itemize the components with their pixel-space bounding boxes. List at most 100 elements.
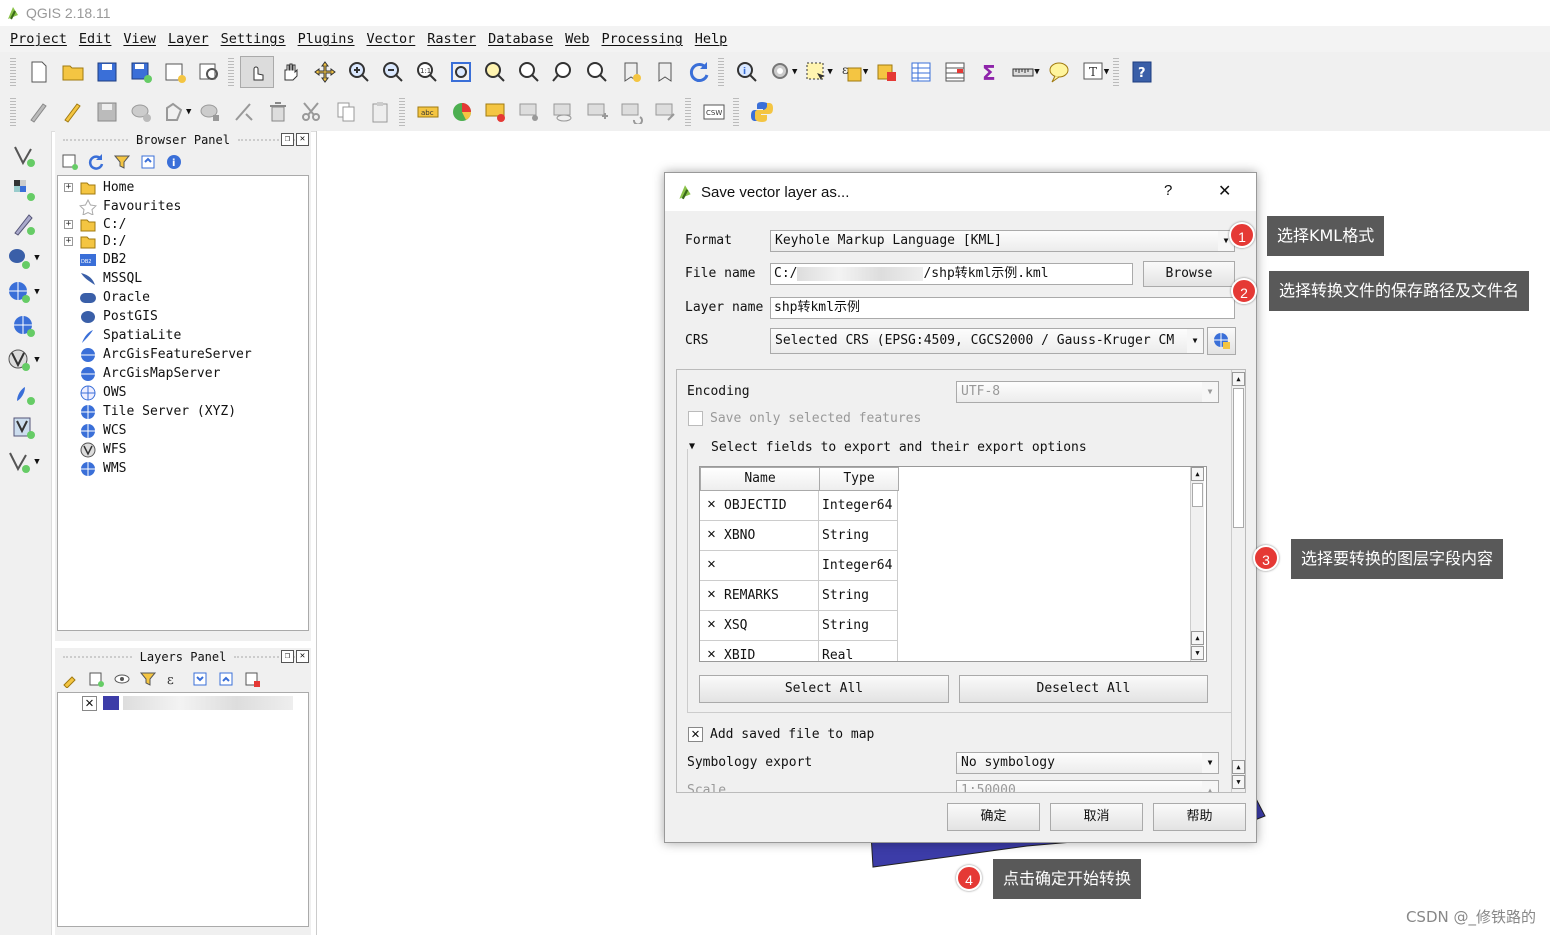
layername-input[interactable]: shp转kml示例 xyxy=(770,297,1235,319)
scroll-thumb[interactable] xyxy=(1192,483,1203,507)
menu-processing[interactable]: Processing xyxy=(596,31,689,47)
refresh-icon[interactable] xyxy=(87,153,105,171)
chevron-down-icon[interactable]: ▼ xyxy=(34,355,39,365)
table-row[interactable]: ✕ Integer64 xyxy=(700,551,898,581)
filter-icon[interactable] xyxy=(113,153,131,171)
delete-button[interactable] xyxy=(261,96,295,128)
chevron-down-icon[interactable]: ▼ xyxy=(34,253,39,263)
menu-database[interactable]: Database xyxy=(482,31,559,47)
close-panel-button[interactable]: ✕ xyxy=(296,133,309,146)
toolbar-grip[interactable] xyxy=(733,97,740,126)
toolbar-grip[interactable] xyxy=(1113,58,1120,86)
toolbar-grip[interactable] xyxy=(399,97,406,126)
layer-labeling-button[interactable]: abc xyxy=(411,96,445,128)
change-label-button[interactable] xyxy=(649,96,683,128)
dialog-help-button[interactable]: ? xyxy=(1164,182,1172,199)
tree-item-wcs[interactable]: WCS xyxy=(58,421,308,440)
tree-item-arcgis-map-server[interactable]: ArcGisMapServer xyxy=(58,364,308,383)
zoom-full-button[interactable] xyxy=(444,56,478,88)
statistical-summary-button[interactable]: Σ xyxy=(972,56,1006,88)
toolbar-grip[interactable] xyxy=(228,58,234,86)
scroll-up-icon[interactable]: ▲ xyxy=(1232,760,1245,774)
python-console-button[interactable] xyxy=(745,96,779,128)
copy-features-button[interactable] xyxy=(329,96,363,128)
zoom-native-button[interactable]: 1:1 xyxy=(410,56,444,88)
measure-line-button[interactable] xyxy=(1006,56,1040,88)
symbology-select[interactable]: No symbology ▼ xyxy=(956,752,1219,774)
tree-item-home[interactable]: + Home xyxy=(58,178,308,197)
touch-zoom-pan-button[interactable] xyxy=(240,56,274,88)
tree-item-wfs[interactable]: WFS xyxy=(58,440,308,459)
scroll-up-icon[interactable]: ▲ xyxy=(1232,372,1245,386)
menu-edit[interactable]: Edit xyxy=(73,31,118,47)
add-selected-layers-icon[interactable] xyxy=(61,153,79,171)
tree-item-arcgis-feature-server[interactable]: ArcGisFeatureServer xyxy=(58,345,308,364)
layer-style-icon[interactable] xyxy=(61,670,79,688)
layer-item[interactable]: ✕ xyxy=(58,693,308,713)
dialog-close-button[interactable]: ✕ xyxy=(1218,181,1231,201)
expand-all-icon[interactable] xyxy=(191,670,209,688)
composer-manager-button[interactable] xyxy=(192,56,226,88)
open-project-button[interactable] xyxy=(56,56,90,88)
expand-icon[interactable]: + xyxy=(64,183,73,192)
select-features-button[interactable] xyxy=(799,56,833,88)
zoom-to-selection-button[interactable] xyxy=(478,56,512,88)
deselect-features-button[interactable] xyxy=(870,56,904,88)
ok-button[interactable]: 确定 xyxy=(947,803,1040,831)
new-bookmark-button[interactable] xyxy=(614,56,648,88)
scroll-up-icon[interactable]: ▲ xyxy=(1191,467,1204,481)
save-as-button[interactable] xyxy=(124,56,158,88)
filter-icon[interactable] xyxy=(139,670,157,688)
tree-item-wms[interactable]: WMS xyxy=(58,459,308,478)
zoom-in-button[interactable] xyxy=(342,56,376,88)
scroll-thumb[interactable] xyxy=(1233,388,1244,528)
table-row[interactable]: ✕ XBID Real xyxy=(700,641,898,661)
format-select[interactable]: Keyhole Markup Language [KML] ▼ xyxy=(770,230,1235,252)
expand-icon[interactable]: + xyxy=(64,237,73,246)
crs-select[interactable]: Selected CRS (EPSG:4509, CGCS2000 / Gaus… xyxy=(770,328,1204,354)
scroll-down-icon[interactable]: ▼ xyxy=(1232,775,1245,789)
scroll-up-icon[interactable]: ▲ xyxy=(1191,631,1204,645)
rotate-label-button[interactable] xyxy=(615,96,649,128)
float-panel-button[interactable]: ❐ xyxy=(281,650,294,663)
zoom-out-button[interactable] xyxy=(376,56,410,88)
deselect-all-button[interactable]: Deselect All xyxy=(959,675,1208,703)
expand-icon[interactable]: + xyxy=(64,220,73,229)
scroll-down-icon[interactable]: ▼ xyxy=(1191,646,1204,660)
menu-vector[interactable]: Vector xyxy=(361,31,422,47)
menu-settings[interactable]: Settings xyxy=(215,31,292,47)
select-by-expression-button[interactable]: ε xyxy=(835,56,869,88)
tree-item-postgis[interactable]: PostGIS xyxy=(58,307,308,326)
cancel-button[interactable]: 取消 xyxy=(1050,803,1143,831)
paste-features-button[interactable] xyxy=(363,96,397,128)
remove-layer-icon[interactable] xyxy=(243,670,261,688)
identify-features-button[interactable]: i xyxy=(730,56,764,88)
float-panel-button[interactable]: ❐ xyxy=(281,133,294,146)
add-to-map-checkbox[interactable]: ✕ xyxy=(688,727,703,742)
move-feature-button[interactable] xyxy=(158,96,192,128)
tree-item-oracle[interactable]: Oracle xyxy=(58,288,308,307)
menu-project[interactable]: Project xyxy=(4,31,73,47)
tree-item-spatialite[interactable]: SpatiaLite xyxy=(58,326,308,345)
tree-item-db2[interactable]: DB2 DB2 xyxy=(58,250,308,269)
save-layer-edits-button[interactable] xyxy=(90,96,124,128)
toggle-editing-button[interactable] xyxy=(56,96,90,128)
menu-plugins[interactable]: Plugins xyxy=(292,31,361,47)
refresh-button[interactable] xyxy=(682,56,716,88)
open-attribute-table-button[interactable] xyxy=(904,56,938,88)
close-panel-button[interactable]: ✕ xyxy=(296,650,309,663)
cut-features-button[interactable] xyxy=(295,96,329,128)
add-group-icon[interactable] xyxy=(87,670,105,688)
tree-item-favourites[interactable]: Favourites xyxy=(58,197,308,216)
chevron-down-icon[interactable]: ▼ xyxy=(34,457,39,467)
metasearch-button[interactable]: CSW xyxy=(697,96,731,128)
info-icon[interactable]: i xyxy=(165,153,183,171)
zoom-last-button[interactable] xyxy=(546,56,580,88)
field-calculator-button[interactable] xyxy=(938,56,972,88)
zoom-next-button[interactable] xyxy=(580,56,614,88)
add-raster-layer-button[interactable] xyxy=(4,173,44,207)
add-feature-button[interactable] xyxy=(124,96,158,128)
table-row[interactable]: ✕ OBJECTID Integer64 xyxy=(700,491,898,521)
collapse-all-icon[interactable] xyxy=(217,670,235,688)
add-wms-layer-button[interactable]: ▼ xyxy=(4,275,44,309)
